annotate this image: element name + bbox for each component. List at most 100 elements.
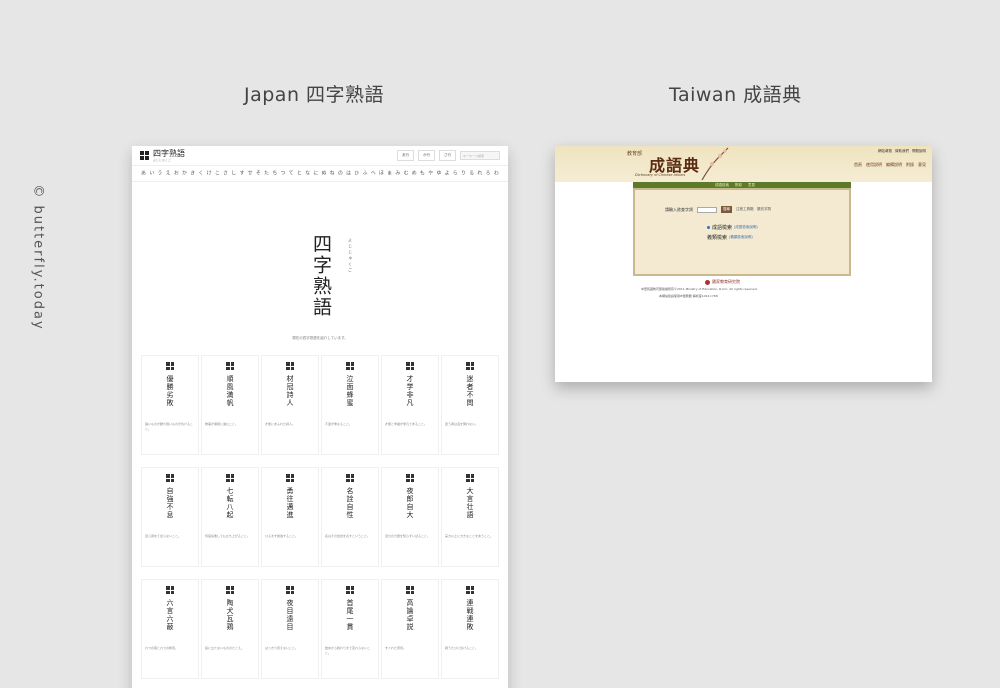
idiom-card[interactable]: 七転八起 何度失敗しても立ち上がること。	[201, 467, 259, 567]
tw-search-extra[interactable]: 注音工具箱 擴充字詞	[736, 207, 771, 212]
kana-link[interactable]: か	[181, 170, 188, 177]
tw-option-idiom[interactable]: 成語檢索 (成語檢索說明)	[707, 224, 758, 231]
kana-link[interactable]: ひ	[353, 170, 360, 177]
kana-link[interactable]: す	[238, 170, 245, 177]
idiom-card[interactable]: 夜目遠目 はっきり見えないこと。	[261, 579, 319, 679]
jp-logo[interactable]: 四字熟語 よじじゅくご	[140, 149, 185, 162]
kana-link[interactable]: よ	[444, 170, 451, 177]
tw-menu-item[interactable]: 編輯說明	[886, 162, 902, 168]
jp-nav-item[interactable]: さ行	[439, 150, 456, 161]
jp-search-input[interactable]: キーワード検索	[460, 151, 500, 160]
tw-option-link[interactable]: (義類檢索說明)	[729, 235, 753, 240]
kana-link[interactable]: ら	[452, 170, 459, 177]
kana-link[interactable]: て	[288, 170, 295, 177]
kana-link[interactable]: わ	[493, 170, 500, 177]
kana-link[interactable]: の	[337, 170, 344, 177]
kana-link[interactable]: ろ	[485, 170, 492, 177]
tw-footer-logo[interactable]: 國家教育研究院	[705, 279, 740, 285]
kana-link[interactable]: り	[460, 170, 467, 177]
kana-link[interactable]: ぬ	[320, 170, 327, 177]
jp-nav-item[interactable]: あ行	[397, 150, 414, 161]
idiom-card[interactable]: 陶犬瓦鶏 役に立たないもののたとえ。	[201, 579, 259, 679]
idiom-card[interactable]: 名詮自性 名はその性質を表すということ。	[321, 467, 379, 567]
kana-link[interactable]: れ	[476, 170, 483, 177]
kana-link[interactable]: は	[345, 170, 352, 177]
grid-logo-icon	[346, 586, 354, 594]
kana-link[interactable]: ゆ	[435, 170, 442, 177]
kana-link[interactable]: け	[206, 170, 213, 177]
idiom-card[interactable]: 才学非凡 才能と学識が非凡であること。	[381, 355, 439, 455]
kana-link[interactable]: た	[263, 170, 270, 177]
idiom-description: 何度失敗しても立ち上がること。	[205, 534, 250, 538]
tw-option-link[interactable]: (成語檢索說明)	[734, 225, 758, 230]
kana-link[interactable]: あ	[140, 170, 147, 177]
kana-link[interactable]: そ	[255, 170, 262, 177]
grid-logo-icon	[406, 474, 414, 482]
kana-link[interactable]: と	[296, 170, 303, 177]
kana-link[interactable]: み	[394, 170, 401, 177]
idiom-card[interactable]: 大言壮語 実力以上に大きなことを言うこと。	[441, 467, 499, 567]
idiom-card[interactable]: 夜郎自大 自分の力量を知らずいばること。	[381, 467, 439, 567]
idiom-grid: 優勝劣敗 強いものが勝ち弱いものが負けること。 順風満帆 物事が順調に進むこと。 材冠詩…	[132, 355, 508, 679]
kana-link[interactable]: め	[411, 170, 418, 177]
idiom-card[interactable]: 優勝劣敗 強いものが勝ち弱いものが負けること。	[141, 355, 199, 455]
tw-tab[interactable]: 成語檢索	[715, 183, 729, 188]
grid-logo-icon	[226, 586, 234, 594]
kana-link[interactable]: く	[197, 170, 204, 177]
kana-link[interactable]: に	[312, 170, 319, 177]
idiom-card[interactable]: 材冠詩人 才能にあふれた詩人。	[261, 355, 319, 455]
grid-logo-icon	[286, 474, 294, 482]
kana-link[interactable]: せ	[247, 170, 254, 177]
kana-link[interactable]: へ	[370, 170, 377, 177]
tw-menu-item[interactable]: 首頁	[854, 162, 862, 168]
idiom-card[interactable]: 高論卓説 すぐれた意見。	[381, 579, 439, 679]
tw-menu-item[interactable]: 意見	[918, 162, 926, 168]
idiom-card[interactable]: 泣面蜂蜜 不運が重なること。	[321, 355, 379, 455]
jp-nav-item[interactable]: か行	[418, 150, 435, 161]
kana-link[interactable]: も	[419, 170, 426, 177]
kana-link[interactable]: き	[189, 170, 196, 177]
tw-footer-logo-text: 國家教育研究院	[712, 279, 740, 284]
kana-link[interactable]: ね	[329, 170, 336, 177]
grid-logo-icon	[140, 151, 149, 160]
idiom-word: 迷者不問	[466, 375, 474, 407]
grid-logo-icon	[406, 362, 414, 370]
idiom-card[interactable]: 迷者不問 迷う者は道を問わない。	[441, 355, 499, 455]
idiom-card[interactable]: 勇往邁進 ひるまず前進すること。	[261, 467, 319, 567]
kana-link[interactable]: む	[403, 170, 410, 177]
kana-link[interactable]: こ	[214, 170, 221, 177]
idiom-word: 夜郎自大	[406, 487, 414, 519]
kana-link[interactable]: お	[173, 170, 180, 177]
tw-search-input[interactable]	[697, 206, 717, 213]
tw-tab[interactable]: 意見	[748, 183, 755, 188]
tw-menu-item[interactable]: 附錄	[906, 162, 914, 168]
idiom-card[interactable]: 自強不息 自ら努めて怠らないこと。	[141, 467, 199, 567]
tw-toplink[interactable]: 贊助我們	[895, 149, 909, 154]
kana-link[interactable]: え	[165, 170, 172, 177]
kana-link[interactable]: し	[230, 170, 237, 177]
tw-search-button[interactable]: 搜尋	[721, 206, 732, 213]
kana-link[interactable]: ま	[386, 170, 393, 177]
grid-logo-icon	[406, 586, 414, 594]
tw-menu-item[interactable]: 使用說明	[866, 162, 882, 168]
kana-link[interactable]: う	[156, 170, 163, 177]
idiom-word: 勇往邁進	[286, 487, 294, 519]
grid-logo-icon	[466, 362, 474, 370]
kana-link[interactable]: る	[468, 170, 475, 177]
kana-link[interactable]: つ	[279, 170, 286, 177]
tw-toplink[interactable]: 問題說明	[912, 149, 926, 154]
idiom-card[interactable]: 連戦連敗 戦うたびに負けること。	[441, 579, 499, 679]
idiom-card[interactable]: 順風満帆 物事が順調に進むこと。	[201, 355, 259, 455]
kana-link[interactable]: ほ	[378, 170, 385, 177]
kana-link[interactable]: さ	[222, 170, 229, 177]
tw-option-category[interactable]: 義類檢索 (義類檢索說明)	[707, 234, 753, 241]
idiom-card[interactable]: 首尾一貫 始めから終わりまで変わらないこと。	[321, 579, 379, 679]
kana-link[interactable]: ち	[271, 170, 278, 177]
kana-link[interactable]: な	[304, 170, 311, 177]
kana-link[interactable]: ふ	[361, 170, 368, 177]
idiom-card[interactable]: 六言六蔽 六つの徳と六つの弊害。	[141, 579, 199, 679]
tw-tab[interactable]: 附錄	[735, 183, 742, 188]
kana-link[interactable]: い	[148, 170, 155, 177]
tw-toplink[interactable]: 網站導覽	[878, 149, 892, 154]
kana-link[interactable]: や	[427, 170, 434, 177]
